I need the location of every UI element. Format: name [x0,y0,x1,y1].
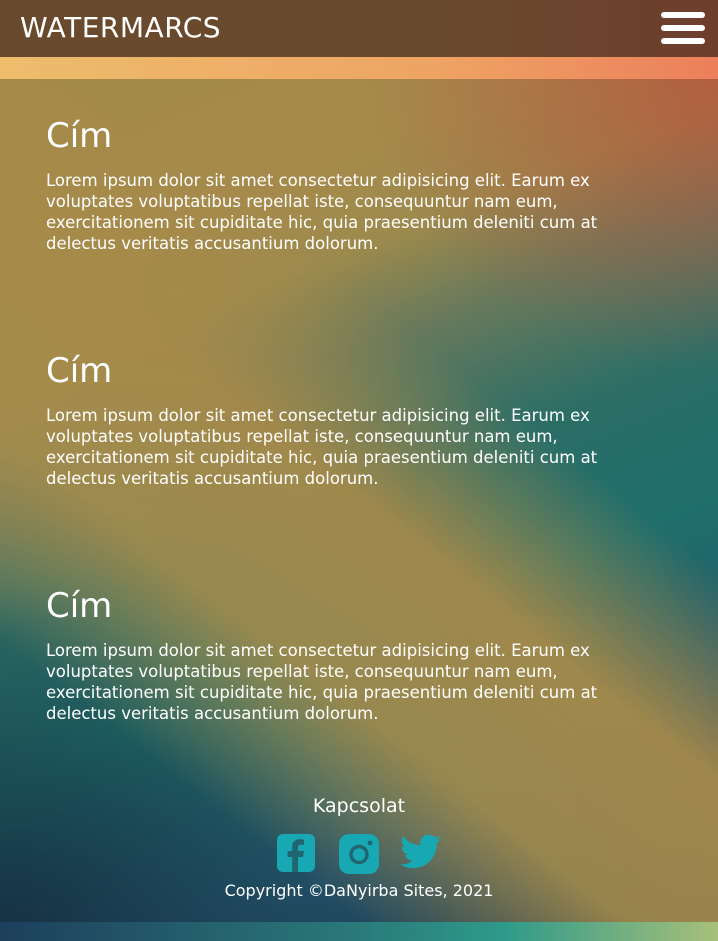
section-text: Lorem ipsum dolor sit amet consectetur a… [46,406,598,488]
facebook-icon[interactable] [277,834,315,872]
section-text: Lorem ipsum dolor sit amet consectetur a… [46,641,598,723]
social-links [277,834,447,874]
footer-contact-title: Kapcsolat [312,795,406,817]
section-title: Cím [46,586,113,626]
copyright-text: Copyright ©DaNyirba Sites, 2021 [224,881,494,900]
hamburger-menu-icon[interactable] [661,12,705,44]
site-logo[interactable]: WATERMARCS [20,11,221,44]
twitter-icon[interactable] [400,834,442,870]
instagram-icon[interactable] [339,834,379,874]
content-section: Cím Lorem ipsum dolor sit amet consectet… [46,351,606,489]
section-title: Cím [46,116,113,156]
menu-bar-line [661,38,705,44]
content-section: Cím Lorem ipsum dolor sit amet consectet… [46,586,606,724]
top-navbar: WATERMARCS [0,0,718,57]
bottom-accent-bar [0,922,718,941]
menu-bar-line [661,12,705,18]
content-section: Cím Lorem ipsum dolor sit amet consectet… [46,116,606,254]
section-title: Cím [46,351,113,391]
footer: Kapcsolat Copyright ©DaNyirba Sites, 202… [0,792,718,900]
section-text: Lorem ipsum dolor sit amet consectetur a… [46,171,598,253]
accent-bar [0,57,718,79]
menu-bar-line [661,25,705,31]
